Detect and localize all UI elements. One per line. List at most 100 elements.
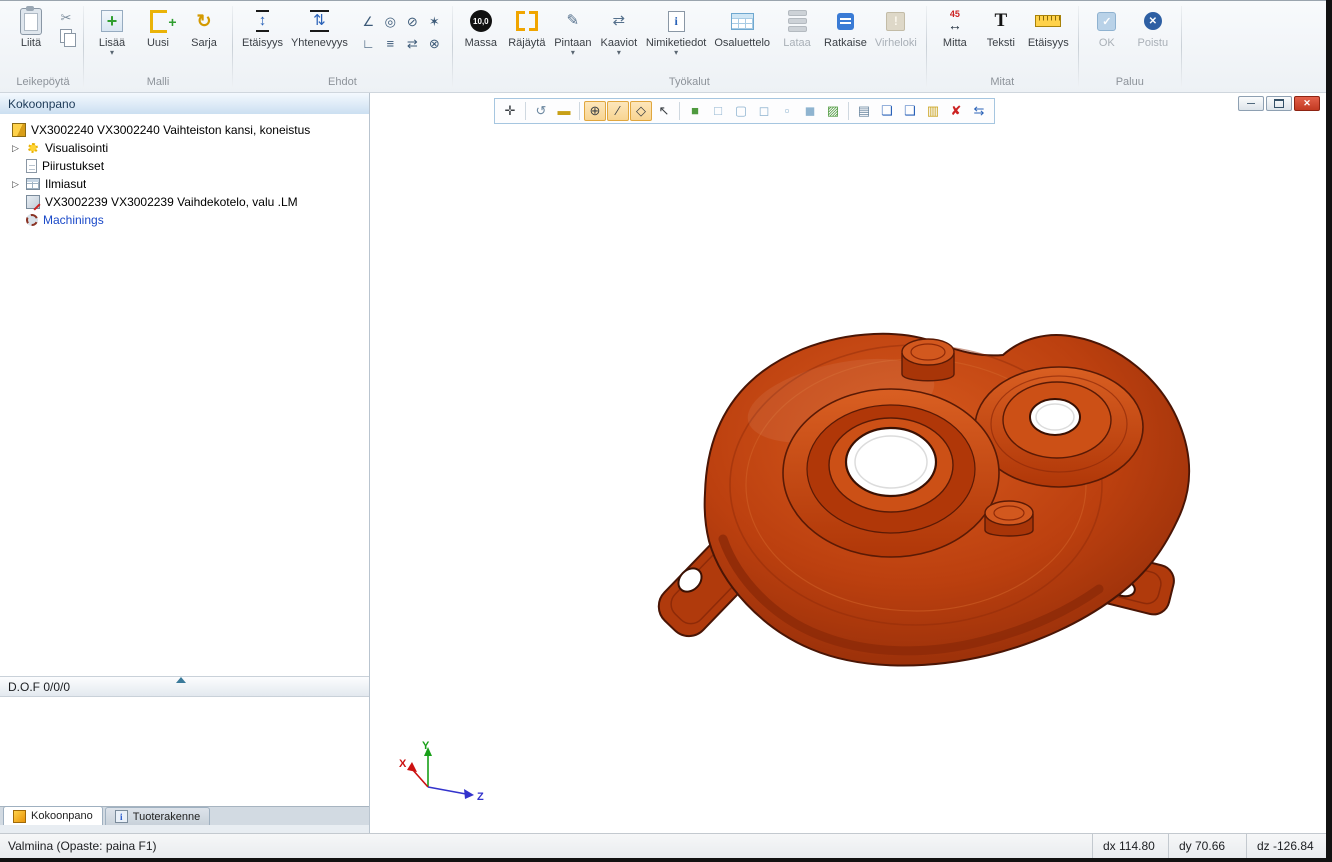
tree-item-drawings[interactable]: Piirustukset bbox=[0, 157, 369, 175]
text-button[interactable]: T Teksti bbox=[979, 4, 1023, 51]
mass-button[interactable]: 10,0 Massa bbox=[459, 4, 503, 51]
parallel-constraint-icon[interactable]: ≡ bbox=[381, 34, 400, 53]
distance-constraint-button[interactable]: ↕ Etäisyys bbox=[239, 4, 286, 51]
rotate-view-icon[interactable]: ↺ bbox=[530, 101, 552, 121]
item-data-button[interactable]: Nimiketiedot bbox=[643, 4, 710, 57]
update-view-icon[interactable]: ⇆ bbox=[968, 101, 990, 121]
pin-icon[interactable]: ✛ bbox=[499, 101, 521, 121]
status-bar: Valmiina (Opaste: paina F1) dx 114.80 dy… bbox=[0, 833, 1326, 858]
distance-dim-button[interactable]: Etäisyys bbox=[1025, 4, 1072, 51]
coordinate-triad: X Y Z bbox=[381, 723, 501, 803]
clipboard-icon bbox=[20, 8, 42, 35]
toolbar-separator bbox=[848, 102, 849, 120]
measure-label: Mitta bbox=[943, 37, 967, 49]
measure-button[interactable]: 45 ↔ Mitta bbox=[933, 4, 977, 51]
tab-label: Kokoonpano bbox=[31, 810, 93, 822]
cut-icon[interactable]: ✂ bbox=[61, 11, 72, 24]
explode-button[interactable]: Räjäytä bbox=[505, 4, 549, 51]
expander-icon[interactable]: ▷ bbox=[12, 143, 26, 153]
part-icon bbox=[26, 195, 40, 209]
distance-dim-label: Etäisyys bbox=[1028, 37, 1069, 49]
tangent-constraint-icon[interactable]: ⊘ bbox=[403, 12, 422, 31]
coincidence-constraint-button[interactable]: ⇅ Yhtenevyys bbox=[288, 4, 351, 51]
angle-constraint-icon[interactable]: ∠ bbox=[359, 12, 378, 31]
tree-item-configurations[interactable]: ▷ Ilmiasut bbox=[0, 175, 369, 193]
new-sheet-icon[interactable]: ❑ bbox=[899, 101, 921, 121]
concentric-constraint-icon[interactable]: ◎ bbox=[381, 12, 400, 31]
ok-button[interactable]: OK bbox=[1085, 4, 1129, 51]
ruler-icon bbox=[1035, 15, 1061, 27]
select-arrow-icon[interactable]: ↖ bbox=[653, 101, 675, 121]
copy-icon[interactable] bbox=[60, 29, 72, 43]
solve-button[interactable]: Ratkaise bbox=[821, 4, 870, 51]
sheet-set-icon[interactable]: ❏ bbox=[876, 101, 898, 121]
ribbon-separator bbox=[1078, 6, 1079, 87]
parts-list-button[interactable]: Osaluettelo bbox=[711, 4, 773, 51]
snap-face-icon[interactable]: ◇ bbox=[630, 101, 652, 121]
add-icon bbox=[101, 10, 123, 32]
exit-icon bbox=[1144, 12, 1162, 30]
load-label: Lataa bbox=[783, 37, 811, 49]
wireframe-view-icon[interactable]: ▢ bbox=[730, 101, 752, 121]
error-log-label: Virheloki bbox=[875, 37, 917, 49]
add-component-button[interactable]: Lisää bbox=[90, 4, 134, 57]
textured-view-icon[interactable]: ▨ bbox=[822, 101, 844, 121]
parts-list-icon[interactable]: ▤ bbox=[853, 101, 875, 121]
onto-face-icon: ✎ bbox=[567, 12, 580, 30]
status-dx: dx 114.80 bbox=[1092, 834, 1168, 858]
paste-label: Liitä bbox=[21, 37, 41, 49]
snap-point-icon[interactable]: ⊕ bbox=[584, 101, 606, 121]
dropdown-caret-icon bbox=[571, 50, 575, 55]
assembly-tab-icon bbox=[13, 810, 26, 823]
item-data-icon bbox=[668, 11, 685, 32]
viewport-toolbar: ✛ ↺ ▬ ⊕ ∕ ◇ ↖ ■ □ ▢ ◻ ▫ ◼ ▨ ▤ ❏ ❑ ▥ ✘ ⇆ bbox=[494, 98, 995, 124]
solid-view-icon[interactable]: ◼ bbox=[799, 101, 821, 121]
ruler-icon[interactable]: ▬ bbox=[553, 101, 575, 121]
toolbar-separator bbox=[525, 102, 526, 120]
series-button[interactable]: ↻ Sarja bbox=[182, 4, 226, 51]
coincidence-constraint-icon: ⇅ bbox=[310, 10, 329, 32]
outline-view-icon[interactable]: ▫ bbox=[776, 101, 798, 121]
plot-icon[interactable]: ▥ bbox=[922, 101, 944, 121]
hidden-line-view-icon[interactable]: □ bbox=[707, 101, 729, 121]
symmetry-constraint-icon[interactable]: ⇄ bbox=[403, 34, 422, 53]
onto-face-button[interactable]: ✎ Pintaan bbox=[551, 4, 595, 57]
ghost-view-icon[interactable]: ◻ bbox=[753, 101, 775, 121]
axis-z-label: Z bbox=[477, 791, 484, 803]
tree-item-root-assembly[interactable]: VX3002240 VX3002240 Vaihteiston kansi, k… bbox=[0, 121, 369, 139]
paste-button[interactable]: Liitä bbox=[9, 4, 53, 51]
minimize-button[interactable] bbox=[1238, 96, 1264, 111]
error-log-button: Virheloki bbox=[872, 4, 920, 51]
expander-icon[interactable]: ▷ bbox=[12, 179, 26, 189]
delete-view-icon[interactable]: ✘ bbox=[945, 101, 967, 121]
model-3d-view[interactable] bbox=[371, 93, 1326, 833]
panel-header: Kokoonpano bbox=[0, 93, 369, 115]
series-label: Sarja bbox=[191, 37, 217, 49]
tab-product-structure[interactable]: Tuoterakenne bbox=[105, 807, 210, 825]
tree-item-machinings[interactable]: Machinings bbox=[0, 211, 369, 229]
tree-item-label: Visualisointi bbox=[45, 141, 108, 155]
new-label: Uusi bbox=[147, 37, 169, 49]
perpendicular-constraint-icon[interactable]: ∟ bbox=[359, 34, 378, 53]
schematics-button[interactable]: ⇄ Kaaviot bbox=[597, 4, 641, 57]
axis-x-label: X bbox=[399, 758, 407, 770]
restore-button[interactable] bbox=[1266, 96, 1292, 111]
assembly-panel: Kokoonpano VX3002240 VX3002240 Vaihteist… bbox=[0, 93, 370, 833]
ribbon-separator bbox=[452, 6, 453, 87]
tab-assembly[interactable]: Kokoonpano bbox=[3, 806, 103, 825]
fix-constraint-icon[interactable]: ⊗ bbox=[425, 34, 444, 53]
new-part-button[interactable]: Uusi bbox=[136, 4, 180, 51]
panel-bottom-filler bbox=[0, 825, 369, 833]
exit-button[interactable]: Poistu bbox=[1131, 4, 1175, 51]
text-icon: T bbox=[994, 11, 1007, 31]
splitter-handle-icon[interactable] bbox=[176, 677, 186, 683]
coincident-point-constraint-icon[interactable]: ✶ bbox=[425, 12, 444, 31]
assembly-icon bbox=[12, 123, 26, 137]
mass-icon: 10,0 bbox=[470, 10, 492, 32]
shaded-view-icon[interactable]: ■ bbox=[684, 101, 706, 121]
tree-item-part[interactable]: VX3002239 VX3002239 Vaihdekotelo, valu .… bbox=[0, 193, 369, 211]
snap-line-icon[interactable]: ∕ bbox=[607, 101, 629, 121]
viewport-canvas[interactable]: X Y Z ✛ ↺ ▬ ⊕ ∕ ◇ ↖ ■ □ ▢ ◻ ▫ ◼ ▨ ▤ ❏ ❑ bbox=[371, 93, 1326, 833]
tree-item-visualization[interactable]: ▷ Visualisointi bbox=[0, 139, 369, 157]
close-button[interactable] bbox=[1294, 96, 1320, 111]
